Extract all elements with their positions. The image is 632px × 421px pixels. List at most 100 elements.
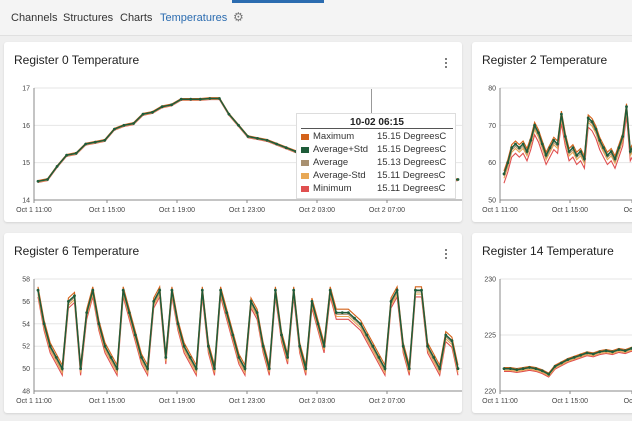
- data-point: [515, 368, 519, 372]
- data-point: [292, 288, 296, 292]
- active-tab-indicator: [232, 0, 324, 3]
- data-point: [207, 344, 210, 348]
- data-point: [55, 165, 59, 168]
- tab-structures[interactable]: Structures: [63, 12, 113, 24]
- data-point: [194, 367, 198, 370]
- data-point: [334, 311, 338, 314]
- data-point: [91, 288, 95, 292]
- tab-charts[interactable]: Charts: [120, 12, 152, 24]
- data-point: [280, 333, 283, 337]
- chart-register-14[interactable]: 220 225 230 Oct 1 11:00 Oct 1 15:00 Oct 1: [472, 233, 632, 413]
- data-point: [237, 356, 241, 359]
- data-point: [563, 135, 567, 138]
- data-point: [141, 112, 145, 116]
- data-point: [583, 157, 586, 161]
- gear-icon[interactable]: ⚙: [233, 11, 245, 23]
- data-point: [310, 300, 314, 303]
- x-tick-label: Oct 1 19:00: [159, 207, 195, 214]
- data-point: [231, 333, 235, 337]
- data-point: [73, 294, 76, 298]
- tooltip-divider: [301, 128, 453, 129]
- data-point: [383, 367, 387, 370]
- tooltip-series-value: 15.11 DegreesC: [377, 170, 446, 181]
- data-point: [613, 157, 617, 161]
- data-point: [170, 288, 174, 292]
- data-point: [359, 322, 362, 326]
- data-point: [571, 146, 575, 150]
- data-point: [598, 350, 602, 354]
- data-point: [121, 288, 125, 292]
- x-tick-label: Oct 1 15:00: [89, 207, 125, 214]
- series-line-average-plus-std: [37, 287, 459, 372]
- data-point: [525, 150, 529, 153]
- tooltip-series-value: 15.15 DegreesC: [377, 131, 447, 142]
- chart-register-2[interactable]: 50 60 70 80 Oct 1 11:00 Oct 1 15:00 Oct 1: [472, 42, 632, 222]
- data-point: [316, 322, 320, 326]
- y-tick-label: 48: [22, 389, 30, 396]
- data-point: [456, 367, 460, 370]
- data-point: [617, 146, 621, 150]
- tooltip-series-value: 15.13 DegreesC: [377, 157, 447, 168]
- chart-register-6[interactable]: 48 50 52 54 56 58 Oct 1 11:00 Oct 1 15:00 Oct 1 …: [4, 233, 462, 413]
- data-point: [218, 97, 221, 100]
- data-point: [594, 127, 598, 131]
- data-point: [122, 123, 126, 127]
- data-point: [298, 344, 302, 348]
- data-point: [208, 97, 212, 100]
- panel-register-6: Register 6 Temperature 48 50 52 54 56 58 Oct 1…: [4, 233, 462, 413]
- legend-swatch: [301, 134, 309, 140]
- tab-channels[interactable]: Channels: [11, 12, 57, 24]
- data-point: [198, 97, 202, 101]
- panel-register-14: Register 14 Temperature 220 225 230 Oct 1 1…: [472, 233, 632, 413]
- data-point: [566, 358, 570, 361]
- y-tick-label: 54: [22, 321, 30, 328]
- data-point: [623, 349, 627, 353]
- series-line-minimum: [504, 350, 632, 378]
- y-tick-label: 225: [484, 333, 496, 340]
- data-point: [567, 150, 571, 153]
- data-point: [414, 288, 417, 292]
- data-point: [189, 97, 193, 101]
- tab-temperatures[interactable]: Temperatures: [160, 12, 227, 24]
- data-point: [534, 367, 538, 370]
- data-point: [200, 288, 204, 292]
- data-point: [609, 150, 613, 153]
- x-tick-label: Oct 2 03:00: [299, 207, 335, 214]
- data-point: [365, 333, 369, 337]
- data-point: [426, 344, 429, 348]
- data-point: [134, 333, 137, 337]
- data-point: [347, 311, 350, 314]
- data-point: [115, 367, 119, 370]
- legend-swatch: [301, 160, 309, 166]
- tooltip-series-name: Average: [313, 157, 349, 168]
- tooltip-series-name: Minimum: [313, 183, 352, 194]
- data-point: [510, 146, 514, 150]
- data-point: [420, 288, 423, 292]
- data-point: [617, 348, 621, 351]
- tooltip-series-value: 15.11 DegreesC: [377, 183, 446, 194]
- data-point: [611, 350, 614, 354]
- data-point: [158, 288, 162, 292]
- data-point: [377, 356, 381, 359]
- data-point: [225, 311, 229, 314]
- data-point: [261, 344, 265, 348]
- data-point: [590, 120, 594, 123]
- data-point: [93, 140, 97, 144]
- series-line-average-minus-std: [504, 349, 632, 377]
- data-point: [602, 146, 605, 150]
- data-point: [284, 146, 288, 150]
- data-point: [182, 344, 186, 348]
- data-point: [572, 356, 576, 359]
- data-point: [529, 138, 533, 142]
- data-point: [533, 123, 536, 127]
- data-point: [517, 146, 521, 150]
- x-tick-label: Oct 1 11:00: [16, 398, 52, 405]
- x-tick-label: Oct 1 19:00: [159, 398, 195, 405]
- data-point: [353, 316, 356, 320]
- data-point: [164, 356, 168, 359]
- data-point: [456, 178, 460, 181]
- data-point: [591, 352, 595, 356]
- data-point: [227, 112, 231, 116]
- data-point: [46, 178, 49, 181]
- data-point: [586, 116, 590, 120]
